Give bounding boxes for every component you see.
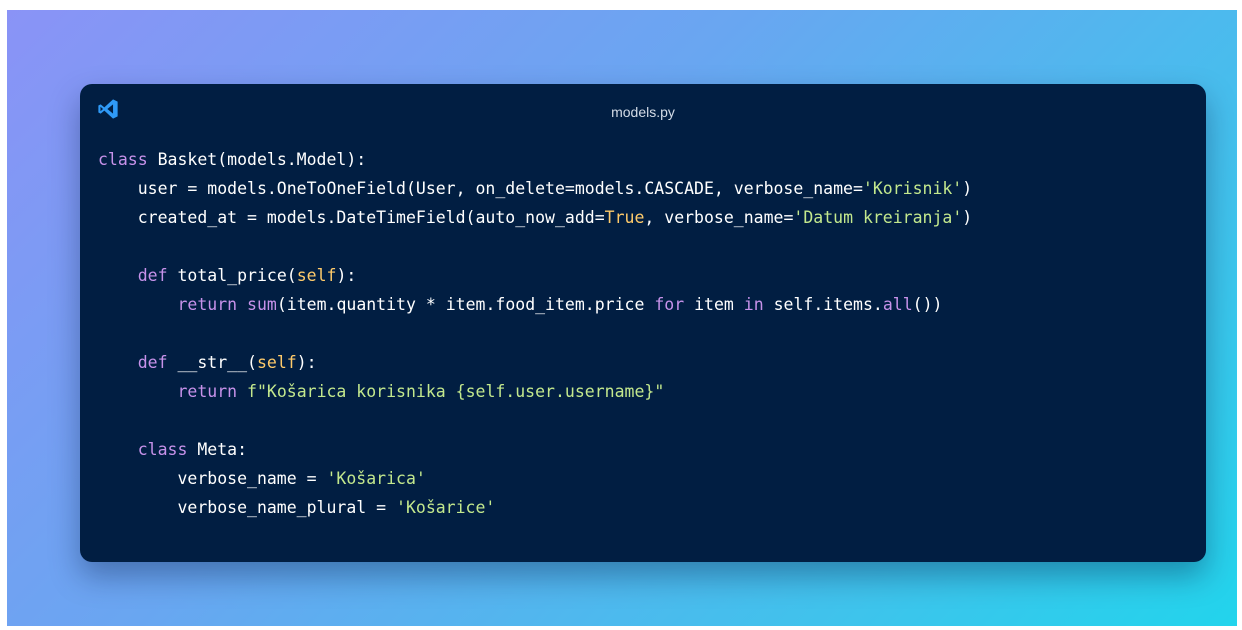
code-token: created_at = models.DateTimeField(auto_n… [98,208,605,227]
code-block: class Basket(models.Model): user = model… [98,145,972,522]
code-token: (item.quantity * item.food_item.price [276,295,655,314]
code-token: 'Datum kreiranja' [793,208,963,227]
code-line: user = models.OneToOneField(User, on_del… [98,174,972,203]
code-token: total_price( [177,266,297,285]
code-window: models.py class Basket(models.Model): us… [80,84,1206,562]
code-token: Meta: [197,440,248,459]
code-line: def total_price(self): [98,261,972,290]
code-token: def [137,266,178,285]
code-token: self [296,266,337,285]
code-token: ) [962,208,973,227]
code-line: class Meta: [98,435,972,464]
code-line: verbose_name = 'Košarica' [98,464,972,493]
code-token: all [882,295,913,314]
code-line: verbose_name_plural = 'Košarice' [98,493,972,522]
code-token: ): [336,266,357,285]
code-token: def [137,353,178,372]
file-name: models.py [611,104,675,120]
code-token: class [137,440,198,459]
code-token: ()) [912,295,943,314]
code-line: def __str__(self): [98,348,972,377]
code-token: ) [962,179,973,198]
code-line: return f"Košarica korisnika {self.user.u… [98,377,972,406]
code-token: self [256,353,297,372]
code-token: sum [247,295,277,314]
code-token: ): [296,353,317,372]
code-token: in [743,295,774,314]
code-token: __str__( [177,353,257,372]
code-line: return sum(item.quantity * item.food_ite… [98,290,972,319]
code-line: created_at = models.DateTimeField(auto_n… [98,203,973,232]
code-token: return [177,295,248,314]
code-token: self.items. [773,295,883,314]
code-token: f"Košarica korisnika {self.user.username… [247,382,665,401]
code-token: Basket(models.Model): [157,150,367,169]
code-line: class Basket(models.Model): [98,145,972,174]
code-token: True [604,208,645,227]
code-token: user = models.OneToOneField(User, on_del… [98,179,863,198]
code-token: return [177,382,248,401]
code-token: verbose_name = [98,469,327,488]
code-token: , verbose_name= [644,208,794,227]
code-token: verbose_name_plural = [98,498,397,517]
code-token: 'Košarice' [396,498,496,517]
code-token: class [98,150,158,169]
code-token: item [694,295,744,314]
code-token: for [654,295,695,314]
code-token: 'Korisnik' [862,179,963,198]
code-token: 'Košarica' [326,469,426,488]
